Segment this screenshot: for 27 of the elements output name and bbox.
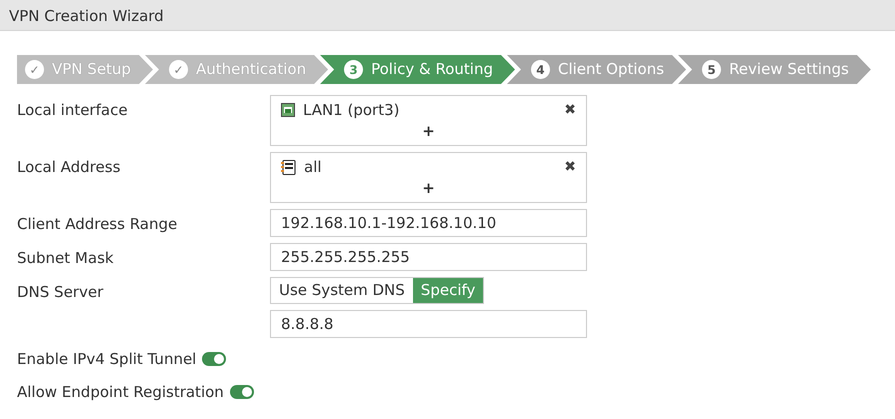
- wizard-step[interactable]: 5 Review Settings: [678, 55, 871, 84]
- remove-button[interactable]: ✖: [564, 156, 576, 178]
- field-label: Local Address: [17, 157, 122, 178]
- wizard-step[interactable]: ✓ Authentication: [144, 55, 328, 84]
- wizard-step[interactable]: 4 Client Options: [506, 55, 686, 84]
- network-port-icon: [281, 103, 295, 118]
- toggle-switch[interactable]: [230, 384, 254, 399]
- input-field[interactable]: 8.8.8.8: [270, 310, 587, 338]
- selected-entry: all: [304, 157, 322, 178]
- wizard-step[interactable]: ✓ VPN Setup: [17, 55, 153, 84]
- field-label: DNS Server: [17, 282, 104, 303]
- field-label: Allow Endpoint Registration: [17, 382, 224, 402]
- add-button[interactable]: +: [422, 122, 435, 140]
- field-label: Enable IPv4 Split Tunnel: [17, 349, 196, 370]
- multi-select-field[interactable]: LAN1 (port3) ✖ +: [270, 95, 587, 146]
- input-field[interactable]: 192.168.10.1-192.168.10.10: [270, 209, 587, 237]
- remove-button[interactable]: ✖: [564, 100, 576, 121]
- field-label: Subnet Mask: [17, 248, 115, 269]
- input-field[interactable]: 255.255.255.255: [270, 243, 587, 271]
- toggle-switch[interactable]: [202, 352, 226, 366]
- field-label: Client Address Range: [17, 214, 178, 235]
- add-button[interactable]: +: [422, 178, 435, 196]
- selected-entry: LAN1 (port3): [303, 100, 400, 121]
- window-title: VPN Creation Wizard: [0, 0, 895, 31]
- address-icon: [281, 160, 296, 175]
- field-label: Local interface: [17, 100, 129, 121]
- multi-select-field[interactable]: all ✖ +: [270, 152, 587, 203]
